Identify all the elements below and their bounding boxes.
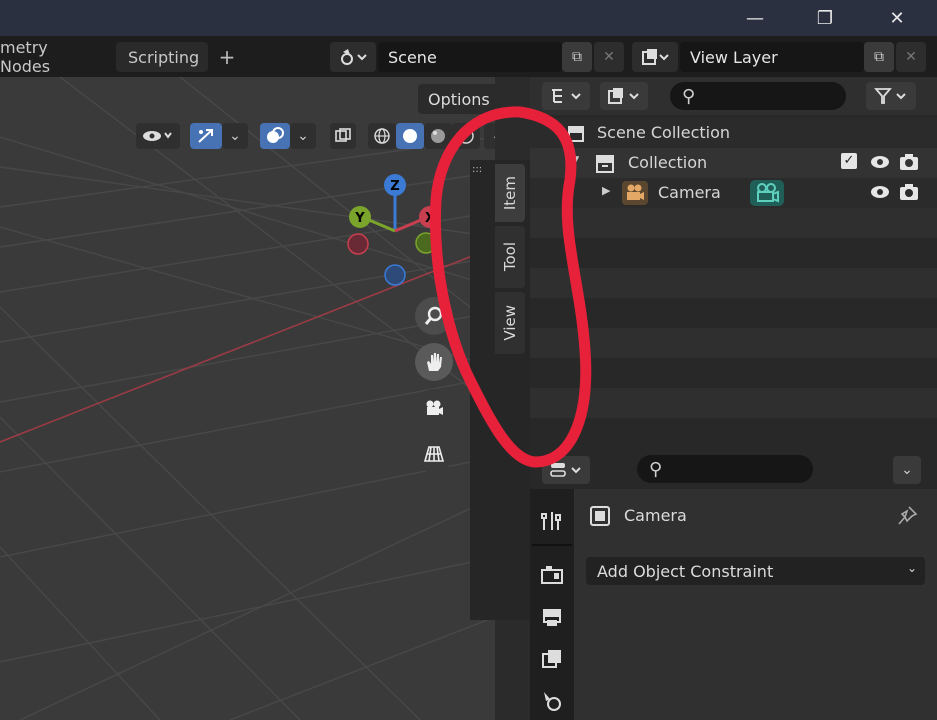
- red-annotation-circle: [429, 106, 592, 468]
